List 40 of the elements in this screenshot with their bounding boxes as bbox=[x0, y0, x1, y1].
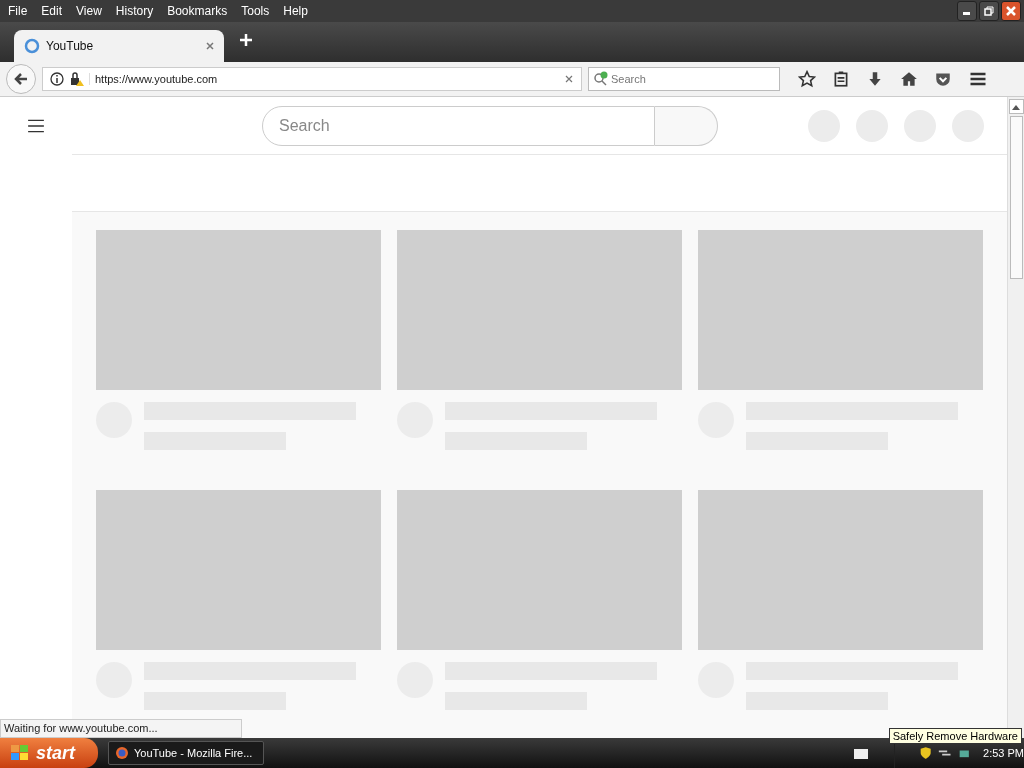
menu-item[interactable]: View bbox=[74, 4, 108, 18]
restore-button[interactable] bbox=[979, 1, 999, 21]
scroll-up-icon[interactable] bbox=[1012, 103, 1020, 110]
search-field[interactable]: Search bbox=[588, 67, 780, 91]
scroll-thumb[interactable] bbox=[1009, 116, 1023, 279]
home-icon[interactable] bbox=[900, 70, 918, 88]
pocket-icon[interactable] bbox=[934, 70, 952, 88]
clock-text: 2:53 PM bbox=[983, 747, 1024, 759]
globe-icon bbox=[115, 746, 129, 760]
info-icon bbox=[49, 71, 65, 87]
address-field[interactable]: https://www.youtube.com bbox=[42, 67, 582, 91]
restore-icon bbox=[984, 6, 994, 16]
menu-item[interactable]: History bbox=[113, 4, 160, 18]
close-icon bbox=[1005, 5, 1017, 17]
menu-item[interactable]: File bbox=[6, 4, 34, 18]
menu-item[interactable]: Bookmarks bbox=[165, 4, 234, 18]
menu-item[interactable]: Tools bbox=[239, 4, 276, 18]
shield-icon[interactable] bbox=[919, 746, 933, 760]
menu-item[interactable]: Edit bbox=[39, 4, 69, 18]
lock-warning-icon bbox=[69, 71, 85, 87]
back-arrow-icon bbox=[13, 71, 29, 87]
close-button[interactable] bbox=[1001, 1, 1021, 21]
minimize-button[interactable] bbox=[957, 1, 977, 21]
close-icon[interactable] bbox=[204, 40, 216, 52]
menu-item[interactable]: Help bbox=[281, 4, 314, 18]
search-icon bbox=[593, 71, 609, 87]
menu-icon[interactable] bbox=[27, 117, 45, 135]
url-text: https://www.youtube.com bbox=[89, 73, 559, 85]
windows-logo-icon bbox=[10, 744, 30, 762]
start-button[interactable]: start bbox=[0, 738, 98, 768]
taskbar-button[interactable]: YouTube - Mozilla Fire... bbox=[108, 741, 264, 765]
browser-tab[interactable]: YouTube bbox=[14, 30, 224, 62]
clipboard-icon[interactable] bbox=[832, 70, 850, 88]
back-button[interactable] bbox=[6, 64, 36, 94]
status-text: Waiting for www.youtube.com... bbox=[0, 719, 242, 738]
new-tab-icon[interactable] bbox=[238, 32, 254, 48]
loading-icon bbox=[24, 38, 40, 54]
clear-icon[interactable] bbox=[563, 73, 575, 85]
star-icon[interactable] bbox=[798, 70, 816, 88]
tooltip: Safely Remove Hardware bbox=[888, 728, 1022, 744]
